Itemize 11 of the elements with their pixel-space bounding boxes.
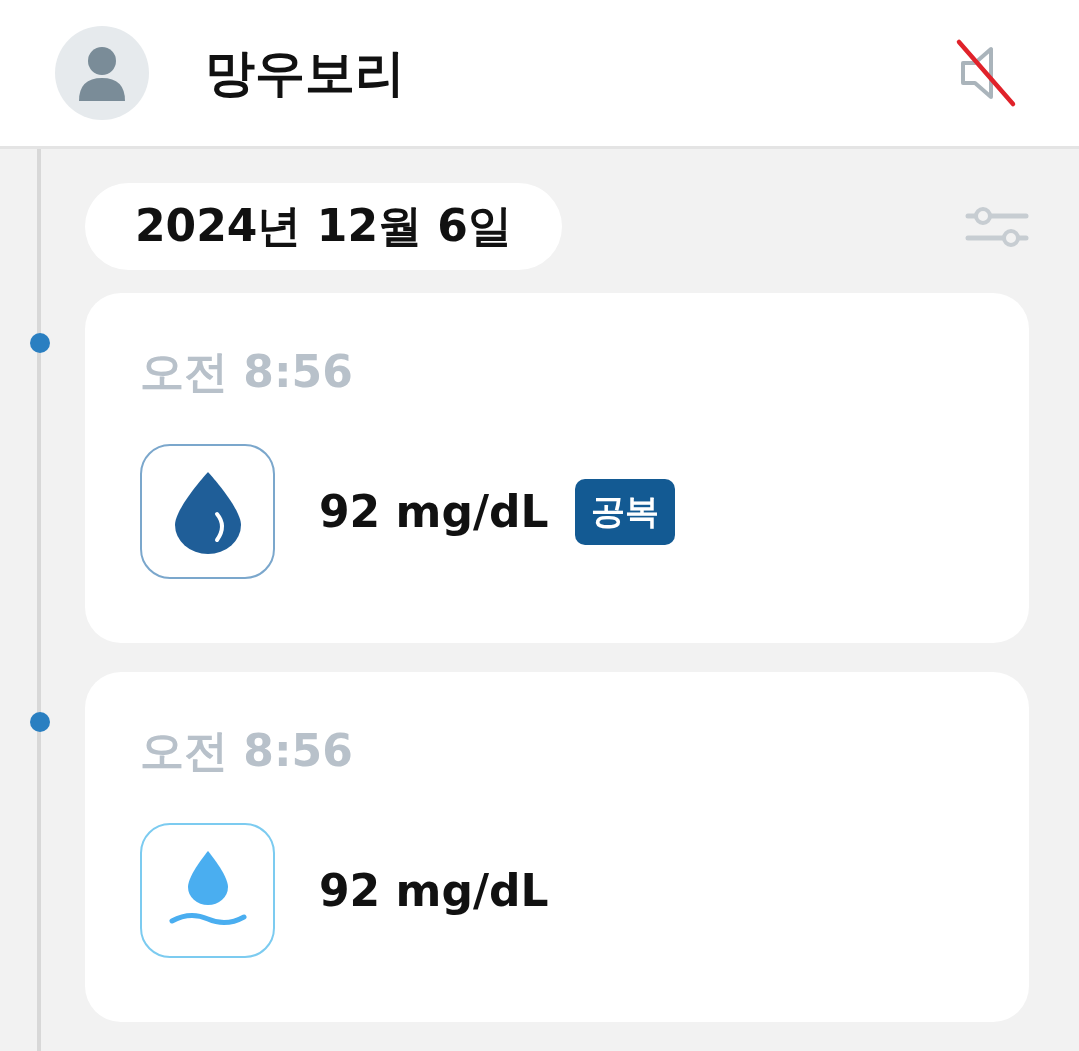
glucose-value: 92 mg/dL — [319, 865, 549, 916]
profile-name: 망우보리 — [205, 42, 406, 104]
date-label: 2024년 12월 6일 — [85, 183, 562, 270]
timeline-dot — [30, 333, 50, 353]
blood-drop-icon — [140, 444, 275, 579]
fasting-tag: 공복 — [574, 478, 675, 545]
reading-time: 오전 8:56 — [140, 724, 354, 778]
timeline-dot — [30, 712, 50, 732]
glucose-value: 92 mg/dL — [319, 486, 549, 537]
reading-time: 오전 8:56 — [140, 345, 354, 399]
water-drop-icon — [140, 823, 275, 958]
